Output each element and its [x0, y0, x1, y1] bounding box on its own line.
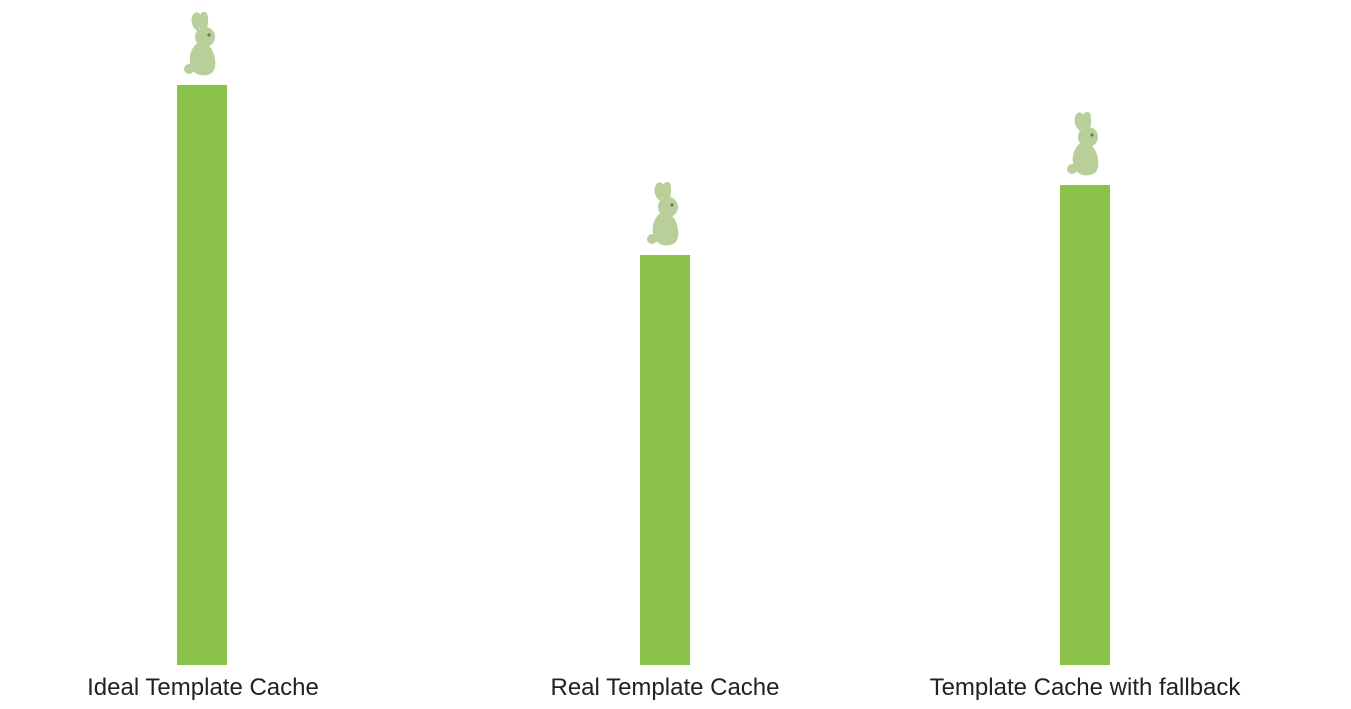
- rabbit-icon: [177, 11, 227, 79]
- bar-group-0: [177, 11, 227, 665]
- bar-0: [177, 85, 227, 665]
- bar-label-2: Template Cache with fallback: [900, 674, 1270, 702]
- rabbit-icon: [640, 181, 690, 249]
- bar-1: [640, 255, 690, 665]
- chart: Ideal Template Cache Real Template Cache: [0, 0, 1351, 709]
- bar-label-1: Real Template Cache: [520, 674, 810, 702]
- bar-2: [1060, 185, 1110, 665]
- bar-group-2: [1060, 111, 1110, 665]
- bar-label-0: Ideal Template Cache: [58, 674, 348, 702]
- bar-group-1: [640, 181, 690, 665]
- rabbit-icon: [1060, 111, 1110, 179]
